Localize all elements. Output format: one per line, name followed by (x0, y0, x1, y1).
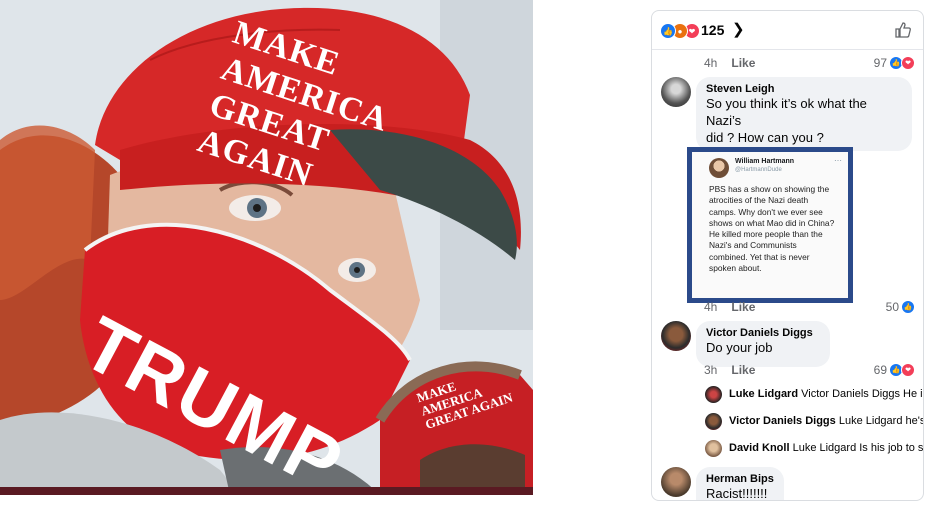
tweet-handle: @HartmannDude (735, 167, 782, 173)
tweet-author: William Hartmann (735, 158, 795, 165)
comment-meta: 3h Like (704, 363, 755, 377)
reaction-count[interactable]: 125 (701, 22, 724, 38)
comment-author[interactable]: Victor Daniels Diggs (706, 327, 820, 339)
avatar[interactable] (661, 467, 691, 497)
comment-text: Do your job (706, 340, 773, 355)
chevron-right-icon[interactable]: ❯ (732, 20, 745, 38)
comment-reaction-count: 50 (885, 300, 899, 314)
comment-reactions[interactable]: 97 👍 ❤ (874, 56, 915, 70)
comment-reaction-count: 97 (873, 56, 887, 70)
like-reaction-icon: 👍 (660, 23, 676, 39)
photo: MAKE AMERICA GREAT AGAIN TRUMP MAKE AMER… (0, 0, 533, 495)
comment-text-line-1: So you think it’s ok what the Nazi’s (706, 96, 867, 128)
comment-author[interactable]: Herman Bips (706, 473, 774, 485)
reply-text: Victor Daniels Diggs He i... (801, 388, 924, 400)
reply-author[interactable]: Luke Lidgard (729, 388, 798, 400)
thumbs-up-icon[interactable] (893, 20, 913, 40)
comment-meta: 4h Like (704, 56, 755, 70)
comment-reactions[interactable]: 50 👍 (886, 300, 915, 314)
tweet-text: PBS has a show on showing the atrocities… (709, 184, 835, 274)
like-link[interactable]: Like (731, 363, 755, 377)
tweet-screenshot[interactable]: William Hartmann @HartmannDude ⋯ PBS has… (687, 147, 853, 303)
avatar[interactable] (705, 413, 722, 430)
comment-reactions[interactable]: 69 👍 ❤ (874, 363, 915, 377)
reply-item[interactable]: David Knoll Luke Lidgard Is his job to s… (729, 442, 924, 454)
photo-caption-strip (0, 487, 533, 495)
more-icon: ⋯ (834, 156, 842, 165)
like-reaction-icon: 👍 (901, 300, 915, 314)
like-link[interactable]: Like (731, 56, 755, 70)
comment-bubble: Victor Daniels Diggs Do your job (696, 321, 830, 367)
reply-item[interactable]: Victor Daniels Diggs Luke Lidgard he's..… (729, 415, 923, 427)
comments-panel: 👍 ● ❤ 125 ❯ 4h Like 97 👍 ❤ Steven Leigh S… (651, 10, 924, 501)
reply-text: Luke Lidgard Is his job to s... (792, 442, 924, 454)
love-reaction-icon: ❤ (901, 363, 915, 377)
reply-author[interactable]: David Knoll (729, 442, 790, 454)
love-reaction-icon: ❤ (901, 56, 915, 70)
avatar[interactable] (661, 321, 691, 351)
comment-bubble: Steven Leigh So you think it’s ok what t… (696, 77, 912, 151)
avatar[interactable] (661, 77, 691, 107)
comment-text-line-2: did ? How can you ? (706, 130, 824, 145)
comment-time: 4h (704, 300, 718, 314)
comment-bubble: Herman Bips Racist!!!!!!! (696, 467, 784, 501)
like-link[interactable]: Like (731, 300, 755, 314)
comment-author[interactable]: Steven Leigh (706, 83, 902, 95)
reply-author[interactable]: Victor Daniels Diggs (729, 415, 836, 427)
comment-time: 3h (704, 363, 718, 377)
avatar[interactable] (705, 440, 722, 457)
reactions-bar[interactable]: 👍 ● ❤ 125 ❯ (652, 11, 923, 50)
reply-item[interactable]: Luke Lidgard Victor Daniels Diggs He i..… (729, 388, 924, 400)
comment-reaction-count: 69 (873, 363, 887, 377)
avatar[interactable] (705, 386, 722, 403)
comment-meta: 4h Like (704, 300, 755, 314)
comment-text: Racist!!!!!!! (706, 486, 768, 501)
reply-text: Luke Lidgard he's... (838, 415, 923, 427)
tweet-avatar (709, 158, 729, 178)
comment-time: 4h (704, 56, 718, 70)
